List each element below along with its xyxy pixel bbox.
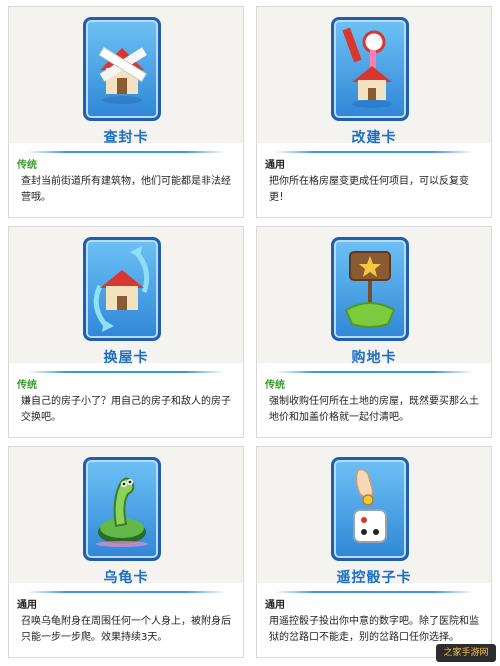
card-name: 购地卡 bbox=[351, 350, 397, 366]
card-description: 把你所在格房屋变更成任何项目，可以反复变更！ bbox=[269, 176, 469, 203]
card-tag: 通用 bbox=[265, 160, 285, 171]
card-description: 用遥控骰子投出你中意的数字吧。除了医院和监狱的岔路口不能走，别的岔路口任你选择。 bbox=[269, 616, 479, 643]
rebuild-house-icon bbox=[342, 27, 392, 108]
card-name: 乌龟卡 bbox=[103, 570, 149, 586]
card-description: 强制收购任何所在土地的房屋，既然要买那么土地价和加盖价格就一起付清吧。 bbox=[269, 396, 479, 423]
divider bbox=[275, 151, 473, 153]
divider bbox=[275, 591, 473, 593]
divider bbox=[27, 151, 225, 153]
card-panel-seal: 查封卡 传统 查封当前街道所有建筑物，他们可能都是非法经营哦。 bbox=[8, 6, 244, 218]
card-tag: 通用 bbox=[17, 600, 37, 611]
card-image[interactable] bbox=[83, 457, 161, 561]
card-panel-swap: 换屋卡 传统 嫌自己的房子小了？用自己的房子和敌人的房子交换吧。 bbox=[8, 226, 244, 438]
card-image[interactable] bbox=[83, 237, 161, 341]
card-image[interactable] bbox=[331, 17, 409, 121]
card-tag: 传统 bbox=[17, 160, 37, 171]
card-name: 查封卡 bbox=[103, 130, 149, 146]
card-tag: 通用 bbox=[265, 600, 285, 611]
card-panel-turtle: 乌龟卡 通用 召唤乌龟附身在周围任何一个人身上，被附身后只能一步一步爬。效果持续… bbox=[8, 446, 244, 658]
card-panel-remote-dice: 遥控骰子卡 通用 用遥控骰子投出你中意的数字吧。除了医院和监狱的岔路口不能走，别… bbox=[256, 446, 492, 658]
card-image[interactable] bbox=[331, 457, 409, 561]
land-sign-icon bbox=[344, 251, 396, 328]
divider bbox=[27, 591, 225, 593]
card-name: 遥控骰子卡 bbox=[336, 570, 412, 586]
card-image[interactable] bbox=[331, 237, 409, 341]
turtle-icon bbox=[96, 477, 148, 547]
watermark-logo: 之家手游网 bbox=[436, 644, 496, 662]
sealed-house-icon bbox=[98, 46, 148, 104]
card-description: 召唤乌龟附身在周围任何一个人身上，被附身后只能一步一步爬。效果持续3天。 bbox=[21, 616, 231, 643]
remote-dice-icon bbox=[353, 468, 387, 543]
card-description: 嫌自己的房子小了？用自己的房子和敌人的房子交换吧。 bbox=[21, 396, 231, 423]
swap-house-icon bbox=[93, 246, 150, 332]
card-tag: 传统 bbox=[265, 380, 285, 391]
card-tag: 传统 bbox=[17, 380, 37, 391]
divider bbox=[27, 371, 225, 373]
card-panel-buyland: 购地卡 传统 强制收购任何所在土地的房屋，既然要买那么土地价和加盖价格就一起付清… bbox=[256, 226, 492, 438]
divider bbox=[275, 371, 473, 373]
card-name: 换屋卡 bbox=[103, 350, 149, 366]
card-name: 改建卡 bbox=[351, 130, 397, 146]
card-panel-rebuild: 改建卡 通用 把你所在格房屋变更成任何项目，可以反复变更！ bbox=[256, 6, 492, 218]
card-image[interactable] bbox=[83, 17, 161, 121]
card-description: 查封当前街道所有建筑物，他们可能都是非法经营哦。 bbox=[21, 176, 231, 203]
